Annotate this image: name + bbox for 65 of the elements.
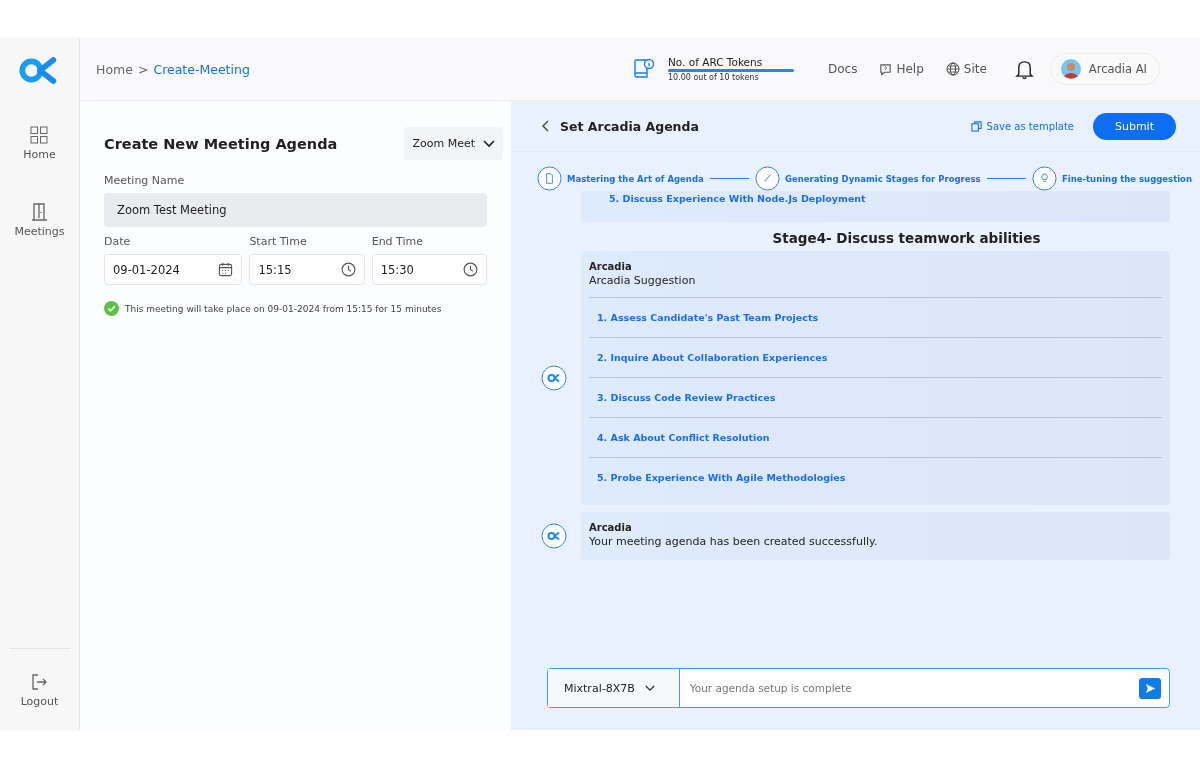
assistant-avatar-icon [541,365,567,391]
agenda-item: 5. Probe Experience With Agile Methodologies [596,471,847,485]
user-menu[interactable]: Arcadia AI [1049,53,1160,85]
field-label: End Time [371,235,424,248]
logout-button[interactable]: Logout [16,671,63,710]
date-time-field[interactable]: 15:30 [371,254,487,285]
step-label: Generating Dynamic Stages for Progress [785,173,981,184]
nav-link[interactable]: Docs [828,62,858,76]
model-dropdown[interactable]: Mixtral-8X7B [548,669,680,707]
message-text: Your meeting agenda has been created successfully. [589,535,879,548]
grid-icon [30,126,49,144]
agenda-item: 1. Assess Candidate's Past Team Projects [589,298,1162,338]
message-sender: Arcadia [589,261,633,272]
step-icon [1031,166,1057,191]
sidebar-item[interactable]: Meetings [10,201,69,240]
field-label: Meeting Name [104,174,186,187]
send-icon [1144,682,1156,694]
help-icon [879,62,893,76]
message-text: Arcadia Suggestion [589,274,697,287]
step-icon [537,166,562,191]
schedule-notice: This meeting will take place on 09-01-2024 from 15:15 for 15 minutes [125,303,442,314]
calendar-icon [218,262,234,277]
field-label: Date [104,235,132,248]
breadcrumb-current: Create-Meeting [153,61,250,77]
message-input[interactable]: Your agenda setup is complete [679,682,1139,694]
sidebar-item[interactable]: Home [19,124,60,163]
message-sender: Arcadia [589,522,633,533]
globe-icon [945,62,960,76]
assistant-avatar-icon [541,523,567,549]
step-icon [755,166,781,191]
agenda-item: 5. Discuss Experience With Node.Js Deployment [609,193,867,204]
back-chevron-icon[interactable] [541,120,549,132]
nav-link[interactable]: Help [879,62,924,76]
platform-dropdown[interactable]: Zoom Meet [404,127,503,160]
copy-icon [970,120,982,132]
agenda-title: Set Arcadia Agenda [560,118,699,134]
step-label: Mastering the Art of Agenda [567,173,704,184]
save-template-link[interactable]: Save as template [970,120,1074,132]
date-time-field[interactable]: 09-01-2024 [104,254,243,285]
tokens-label: No. of ARC Tokens [668,56,764,68]
check-circle-icon [104,301,119,316]
agenda-item: 4. Ask About Conflict Resolution [589,418,1162,458]
stage-title: Stage4- Discuss teamwork abilities [771,230,1042,246]
step-label: Fine-tuning the suggestion [1061,173,1192,184]
agenda-item: 2. Inquire About Collaboration Experiences [589,338,1162,378]
bell-icon[interactable] [1014,58,1034,80]
avatar-icon [1060,59,1081,79]
meeting-name-field[interactable]: Zoom Test Meeting [104,193,487,227]
form-title: Create New Meeting Agenda [104,135,338,152]
clock-icon [463,262,478,277]
submit-button[interactable]: Submit [1092,112,1176,140]
door-icon [30,203,49,221]
nav-link[interactable]: Site [945,62,987,76]
logout-icon [30,673,49,691]
field-label: Start Time [249,235,308,248]
chevron-down-icon [644,684,655,692]
book-info-icon [632,57,656,81]
agenda-item: 3. Discuss Code Review Practices [589,378,1162,418]
chevron-down-icon [483,139,495,148]
send-button[interactable] [1139,677,1161,699]
breadcrumb-separator: > [137,61,149,77]
breadcrumb-link[interactable]: Home [96,61,133,77]
date-time-field[interactable]: 15:15 [249,254,365,285]
tokens-reading: 10.00 out of 10 tokens [668,73,760,82]
clock-icon [340,262,356,277]
